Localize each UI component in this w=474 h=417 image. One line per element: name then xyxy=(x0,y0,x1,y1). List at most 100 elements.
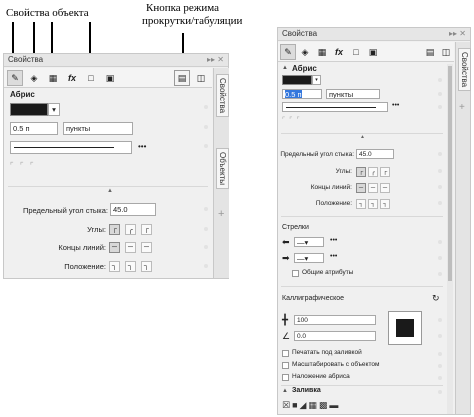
image-properties-icon[interactable]: ▣ xyxy=(102,70,118,86)
tab-properties[interactable]: Свойства xyxy=(216,74,229,118)
outline-section-title: Абрис xyxy=(10,90,35,99)
row-dot xyxy=(438,92,442,96)
frame-properties-icon[interactable]: □ xyxy=(348,44,364,60)
scale-with-object-checkbox[interactable] xyxy=(282,362,289,369)
docker-tabs-sidebar: Свойства + xyxy=(455,42,471,414)
vertical-scrollbar[interactable] xyxy=(447,64,453,414)
start-arrow-select[interactable]: —▾ xyxy=(294,237,324,247)
cap-round-icon[interactable]: ─ xyxy=(368,183,378,193)
row-dot xyxy=(438,318,442,322)
scrollbar-thumb[interactable] xyxy=(448,66,452,281)
row-dot xyxy=(204,245,208,249)
transparency-properties-icon[interactable]: ▦ xyxy=(314,44,330,60)
separator xyxy=(281,385,443,386)
image-properties-icon[interactable]: ▣ xyxy=(365,44,381,60)
miter-limit-label: Предельный угол стыка: xyxy=(22,206,108,215)
row-dot xyxy=(438,78,442,82)
fill-type-icons[interactable]: ☒■◢▦▩▬ xyxy=(282,400,340,411)
fill-properties-icon[interactable]: ◈ xyxy=(297,44,313,60)
frame-properties-icon[interactable]: □ xyxy=(83,70,99,86)
row-dot xyxy=(438,201,442,205)
outline-color-swatch[interactable] xyxy=(10,103,48,116)
units-select[interactable]: пункты xyxy=(326,89,380,99)
units-select[interactable]: пункты xyxy=(63,122,133,135)
shared-attributes-checkbox[interactable] xyxy=(292,270,299,277)
cap-square-icon[interactable]: ─ xyxy=(380,183,390,193)
position-outside-icon[interactable]: ┐ xyxy=(356,199,366,209)
reset-icon[interactable]: ↻ xyxy=(432,293,440,304)
end-arrow-options[interactable]: ••• xyxy=(330,253,337,260)
cap-butt-icon[interactable]: ─ xyxy=(109,242,120,253)
collapse-arrow-icon[interactable]: ▲ xyxy=(360,134,365,140)
print-under-fill-checkbox[interactable] xyxy=(282,350,289,357)
add-tab-icon[interactable]: + xyxy=(459,102,465,113)
position-inside-icon[interactable]: ┐ xyxy=(380,199,390,209)
tab-properties[interactable]: Свойства xyxy=(458,48,471,92)
outline-color-dropdown[interactable]: ▾ xyxy=(48,103,60,116)
more-options-button[interactable]: ••• xyxy=(138,142,146,151)
effects-fx-icon[interactable]: fx xyxy=(64,70,80,86)
overlay-outline-checkbox[interactable] xyxy=(282,374,289,381)
properties-toolbar: ✎ ◈ ▦ fx □ ▣ ▤ ◫ xyxy=(278,42,454,62)
corner-bevel-icon[interactable]: ┌ xyxy=(380,167,390,177)
collapse-arrow-icon[interactable]: ▲ xyxy=(282,65,288,71)
outline-properties-icon[interactable]: ✎ xyxy=(280,44,296,60)
outline-color-swatch[interactable] xyxy=(282,75,312,85)
row-dot xyxy=(204,144,208,148)
cap-butt-icon[interactable]: ─ xyxy=(356,183,366,193)
scroll-tab-mode-button[interactable]: ▤ xyxy=(422,44,438,60)
outline-color-dropdown[interactable]: ▾ xyxy=(312,75,321,85)
position-center-icon[interactable]: ┐ xyxy=(125,261,136,272)
position-inside-icon[interactable]: ┐ xyxy=(141,261,152,272)
row-dot xyxy=(438,240,442,244)
position-center-icon[interactable]: ┐ xyxy=(368,199,378,209)
corner-miter-icon[interactable]: ┌ xyxy=(356,167,366,177)
transparency-properties-icon[interactable]: ▦ xyxy=(45,70,61,86)
line-style-select[interactable] xyxy=(10,141,132,154)
effects-fx-icon[interactable]: fx xyxy=(331,44,347,60)
panel-title-controls[interactable]: ▸▸ ✕ xyxy=(449,29,466,38)
start-arrow-options[interactable]: ••• xyxy=(330,237,337,244)
stretch-field[interactable]: 100 xyxy=(294,315,376,325)
more-options-button[interactable]: ••• xyxy=(392,102,399,109)
end-arrow-icon: ➡ xyxy=(282,253,290,263)
cap-square-icon[interactable]: ─ xyxy=(141,242,152,253)
position-outside-icon[interactable]: ┐ xyxy=(109,261,120,272)
end-arrow-select[interactable]: —▾ xyxy=(294,253,324,263)
row-dot xyxy=(204,264,208,268)
properties-panel-zoomed: Свойства ▸▸ ✕ ✎ ◈ ▦ fx □ ▣ ▤ ◫ Свойства … xyxy=(3,53,229,279)
calligraphic-section-title: Каллиграфическое xyxy=(282,295,345,302)
corner-miter-icon[interactable]: ┌ xyxy=(109,224,120,235)
row-dot xyxy=(438,272,442,276)
new-window-icon[interactable]: ◫ xyxy=(193,70,209,86)
cap-round-icon[interactable]: ─ xyxy=(125,242,136,253)
angle-icon: ∠ xyxy=(282,331,291,341)
panel-title-controls[interactable]: ▸▸ ✕ xyxy=(207,55,224,64)
corner-round-icon[interactable]: ╭ xyxy=(368,167,378,177)
separator xyxy=(281,286,443,287)
separator xyxy=(281,216,443,217)
tab-objects[interactable]: Объекты xyxy=(216,148,229,189)
line-style-select[interactable] xyxy=(282,102,388,112)
miter-limit-field[interactable]: 45.0 xyxy=(356,149,394,159)
collapse-arrow-icon[interactable]: ▲ xyxy=(282,388,288,394)
add-tab-icon[interactable]: + xyxy=(218,208,224,220)
row-dot xyxy=(438,169,442,173)
new-window-icon[interactable]: ◫ xyxy=(438,44,454,60)
outline-width-field[interactable]: 0.5 п xyxy=(282,89,322,99)
outline-properties-icon[interactable]: ✎ xyxy=(7,70,23,86)
miter-limit-field[interactable]: 45.0 xyxy=(110,203,156,216)
scroll-tab-mode-button[interactable]: ▤ xyxy=(174,70,190,86)
corner-bevel-icon[interactable]: ┌ xyxy=(141,224,152,235)
annotation-scroll-tab-mode-2: прокрутки/табуляции xyxy=(142,15,243,27)
angle-field[interactable]: 0.0 xyxy=(294,331,376,341)
corner-presets: ⌜ ⌜ ⌜ xyxy=(282,117,301,124)
fill-properties-icon[interactable]: ◈ xyxy=(26,70,42,86)
separator xyxy=(8,186,208,187)
panel-titlebar: Свойства ▸▸ ✕ xyxy=(4,54,228,67)
annotation-arrow xyxy=(89,22,91,54)
outline-width-field[interactable]: 0.5 п xyxy=(10,122,58,135)
collapse-arrow-icon[interactable]: ▲ xyxy=(107,188,113,194)
corner-round-icon[interactable]: ╭ xyxy=(125,224,136,235)
annotation-arrow xyxy=(33,22,35,54)
